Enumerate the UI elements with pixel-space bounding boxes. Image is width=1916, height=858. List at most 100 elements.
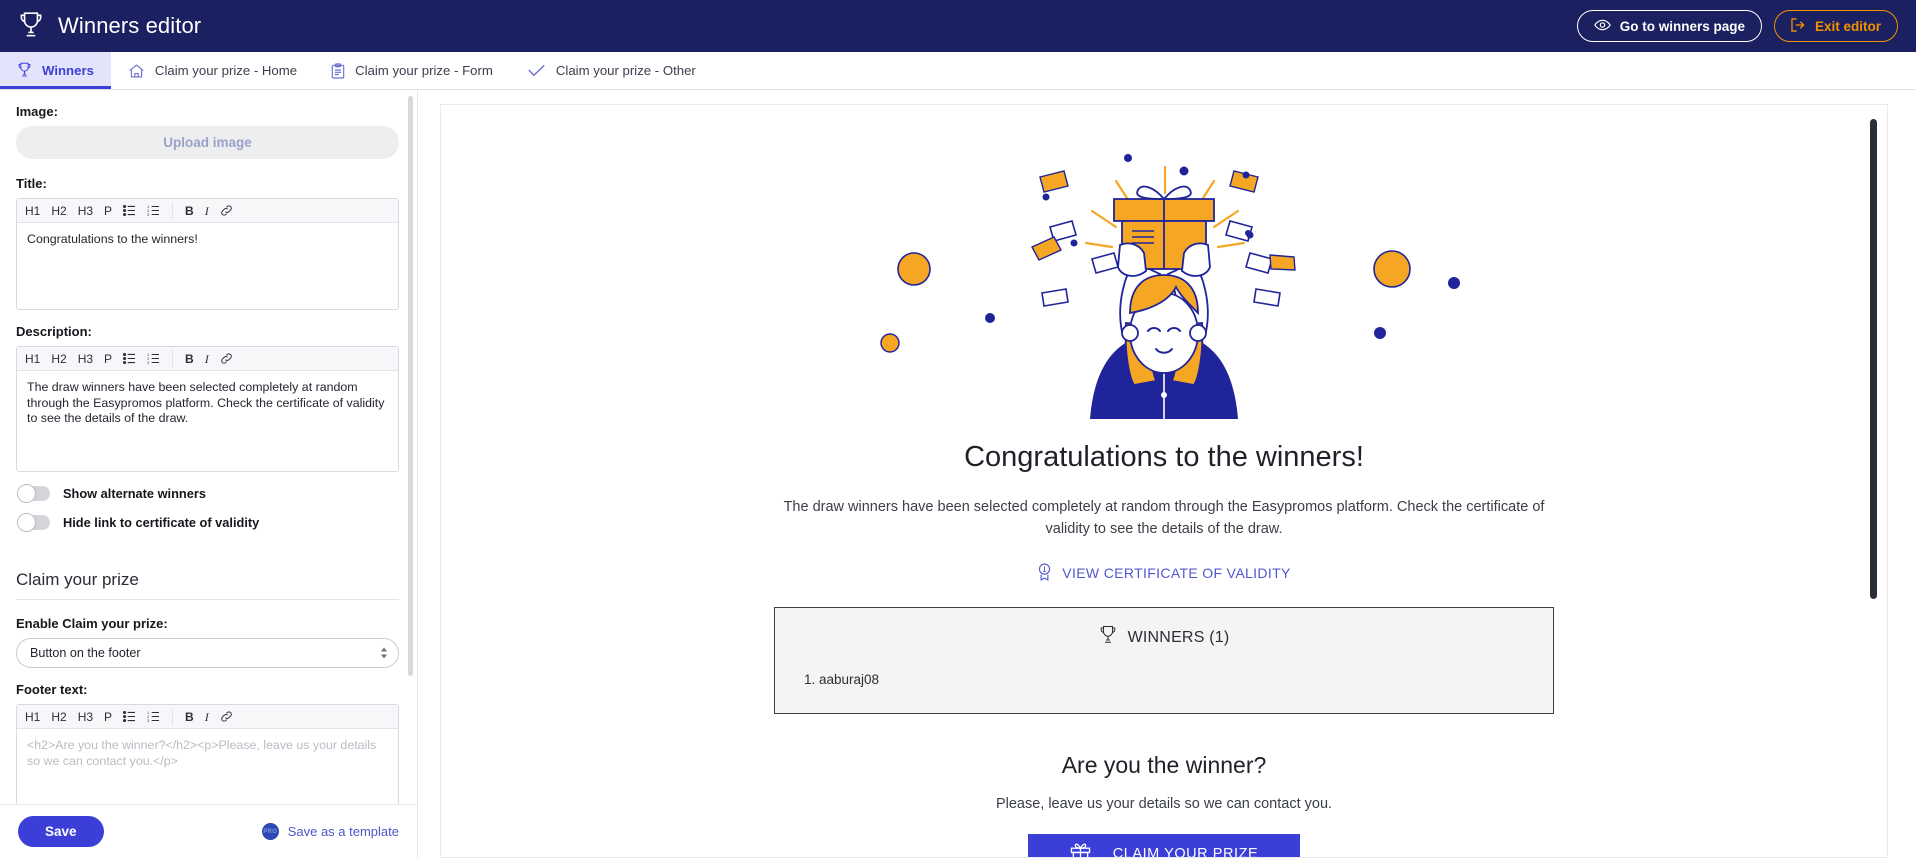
rte-h3-button[interactable]: H3 [78, 353, 93, 365]
workspace: Image: Upload image Title: H1 H2 H3 P 1 … [0, 90, 1916, 858]
rte-h2-button[interactable]: H2 [51, 353, 66, 365]
preview-footer-subtext: Please, leave us your details so we can … [995, 795, 1333, 812]
numbered-list-icon[interactable]: 1 2 3 [147, 711, 160, 722]
bullet-list-icon[interactable] [123, 353, 136, 364]
save-as-template-label: Save as a template [287, 824, 399, 839]
winners-box: WINNERS (1) aaburaj08 [774, 606, 1554, 714]
save-button[interactable]: Save [18, 816, 104, 847]
winners-page-preview: Congratulations to the winners! The draw… [440, 104, 1888, 858]
rte-paragraph-button[interactable]: P [104, 353, 112, 365]
title-input[interactable]: Congratulations to the winners! [17, 223, 398, 309]
girl-holding-gift-illustration [481, 105, 1847, 427]
rte-h3-button[interactable]: H3 [78, 711, 93, 723]
footer-text-input[interactable]: <h2>Are you the winner?</h2><p>Please, l… [17, 729, 398, 804]
preview-footer-heading: Are you the winner? [1061, 751, 1267, 778]
clipboard-icon [331, 62, 345, 79]
winners-box-header: WINNERS (1) [775, 625, 1553, 651]
preview-description: The draw winners have been selected comp… [783, 499, 1545, 538]
claim-your-prize-label: CLAIM YOUR PRIZE [1112, 845, 1259, 858]
show-alternate-winners-toggle[interactable] [17, 484, 50, 503]
editor-panel-scrollbar[interactable] [408, 96, 413, 676]
list-item: aaburaj08 [819, 672, 1553, 687]
tab-claim-home-label: Claim your prize - Home [154, 63, 298, 78]
rte-bold-button[interactable]: B [185, 711, 194, 723]
rte-italic-button[interactable]: I [205, 205, 209, 217]
trophy-icon [18, 11, 44, 41]
bullet-list-icon[interactable] [123, 711, 136, 722]
bullet-list-icon[interactable] [123, 205, 136, 216]
svg-text:3: 3 [147, 719, 149, 722]
rte-bold-button[interactable]: B [185, 353, 194, 365]
rte-h3-button[interactable]: H3 [78, 205, 93, 217]
claim-your-prize-button[interactable]: CLAIM YOUR PRIZE [1028, 833, 1300, 858]
page-title: Winners editor [58, 13, 202, 38]
link-icon[interactable] [220, 353, 233, 364]
toggle-knob [17, 513, 36, 532]
svg-text:3: 3 [147, 213, 149, 216]
rte-h1-button[interactable]: H1 [25, 711, 40, 723]
numbered-list-icon[interactable]: 1 2 3 [147, 205, 160, 216]
rte-italic-button[interactable]: I [205, 353, 209, 365]
hide-certificate-link-label: Hide link to certificate of validity [63, 515, 260, 530]
tab-claim-form[interactable]: Claim your prize - Form [314, 52, 510, 89]
rte-h2-button[interactable]: H2 [51, 711, 66, 723]
header-actions: Go to winners page Exit editor [1576, 10, 1898, 42]
footer-rich-text-editor: H1 H2 H3 P 1 2 3 B I <h2>Are you the win… [16, 704, 399, 804]
link-icon[interactable] [220, 711, 233, 722]
rte-h2-button[interactable]: H2 [51, 205, 66, 217]
tab-claim-home[interactable]: Claim your prize - Home [111, 52, 314, 89]
go-to-winners-page-button[interactable]: Go to winners page [1576, 10, 1762, 42]
numbered-list-icon[interactable]: 1 2 3 [147, 353, 160, 364]
exit-icon [1791, 17, 1806, 35]
title-rich-text-editor: H1 H2 H3 P 1 2 3 B I Congratulations to … [16, 198, 399, 310]
enable-claim-select-wrapper: Button on the footer [16, 638, 399, 668]
trophy-icon [1099, 625, 1117, 651]
rte-paragraph-button[interactable]: P [104, 711, 112, 723]
view-certificate-of-validity-link[interactable]: VIEW CERTIFICATE OF VALIDITY [481, 563, 1847, 584]
go-to-winners-page-label: Go to winners page [1619, 18, 1745, 34]
image-label: Image: [16, 104, 58, 119]
toolbar-divider [172, 201, 174, 220]
svg-text:3: 3 [147, 361, 149, 364]
description-input[interactable]: The draw winners have been selected comp… [17, 371, 398, 471]
toolbar-divider [172, 707, 174, 726]
exit-editor-button[interactable]: Exit editor [1773, 10, 1898, 42]
editor-panel-footer: Save PRO Save as a template [0, 804, 417, 858]
winners-title: WINNERS (1) [1127, 628, 1230, 646]
upload-image-button[interactable]: Upload image [16, 126, 399, 159]
preview-scrollbar[interactable] [1870, 119, 1877, 599]
award-medal-icon [1037, 563, 1052, 584]
tab-winners[interactable]: Winners [0, 52, 111, 89]
enable-claim-label: Enable Claim your prize: [16, 616, 168, 631]
pro-badge: PRO [261, 823, 279, 840]
check-icon [527, 63, 546, 78]
top-header-bar: Winners editor Go to winners page Exit e… [0, 0, 1916, 52]
editor-settings-panel: Image: Upload image Title: H1 H2 H3 P 1 … [0, 90, 418, 858]
rte-bold-button[interactable]: B [185, 205, 194, 217]
link-icon[interactable] [220, 205, 233, 216]
description-rich-text-editor: H1 H2 H3 P 1 2 3 B I The draw winners ha… [16, 346, 399, 472]
description-rte-toolbar: H1 H2 H3 P 1 2 3 B I [17, 347, 398, 371]
description-label: Description: [16, 324, 92, 339]
hide-certificate-link-row: Hide link to certificate of validity [17, 513, 399, 532]
hide-certificate-link-toggle[interactable] [17, 513, 50, 532]
title-rte-toolbar: H1 H2 H3 P 1 2 3 B I [17, 199, 398, 223]
trophy-icon [17, 62, 32, 79]
rte-h1-button[interactable]: H1 [25, 205, 40, 217]
show-alternate-winners-row: Show alternate winners [17, 484, 399, 503]
preview-heading: Congratulations to the winners! [964, 441, 1364, 473]
footer-text-label: Footer text: [16, 682, 88, 697]
toolbar-divider [172, 349, 174, 368]
tab-claim-other-label: Claim your prize - Other [555, 63, 696, 78]
editor-tab-bar: Winners Claim your prize - Home Claim yo… [0, 52, 1916, 90]
exit-editor-label: Exit editor [1814, 18, 1881, 34]
footer-rte-toolbar: H1 H2 H3 P 1 2 3 B I [17, 705, 398, 729]
rte-italic-button[interactable]: I [205, 711, 209, 723]
enable-claim-select[interactable]: Button on the footer [16, 638, 399, 668]
header-brand: Winners editor [18, 11, 201, 41]
tab-claim-other[interactable]: Claim your prize - Other [510, 52, 713, 89]
save-as-template-link[interactable]: PRO Save as a template [261, 823, 399, 840]
eye-icon [1593, 19, 1611, 34]
rte-paragraph-button[interactable]: P [104, 205, 112, 217]
rte-h1-button[interactable]: H1 [25, 353, 40, 365]
